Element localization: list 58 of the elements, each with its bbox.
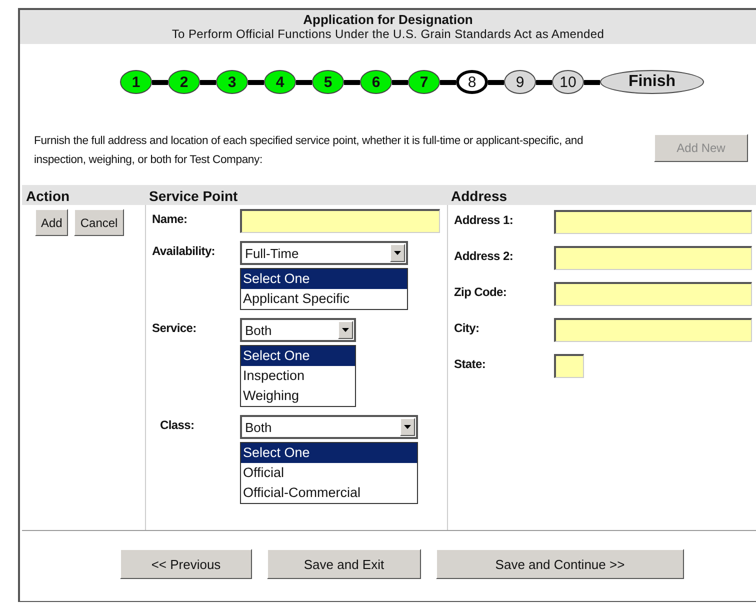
- dropdown-option[interactable]: Select One: [241, 269, 407, 289]
- dropdown[interactable]: Both: [240, 318, 356, 342]
- field-label: Address 2:: [454, 248, 514, 265]
- field-label: Class:: [159, 417, 196, 434]
- step-indicator: 1: [120, 70, 152, 94]
- step-connector: [248, 80, 264, 84]
- save-continue-button[interactable]: Save and Continue >>: [436, 549, 684, 579]
- column-header: Address: [447, 185, 756, 205]
- field-label: State:: [454, 356, 487, 373]
- step-connector: [584, 80, 600, 84]
- input-field[interactable]: [554, 318, 752, 342]
- field-label: Service:: [152, 320, 198, 337]
- previous-button[interactable]: << Previous: [120, 549, 252, 579]
- column-header: Action: [22, 185, 145, 205]
- page-title: Application for Designation: [302, 12, 474, 27]
- step-connector: [152, 80, 168, 84]
- page-subtitle: To Perform Official Functions Under the U.S. Grain Standards Act as Amended: [170, 27, 606, 41]
- input-field[interactable]: [554, 246, 752, 270]
- dropdown-option[interactable]: Select One: [241, 443, 417, 463]
- dropdown-option[interactable]: Official: [241, 463, 417, 483]
- field-label: Availability:: [152, 243, 216, 260]
- step-connector: [344, 80, 360, 84]
- dropdown-option[interactable]: Applicant Specific: [241, 289, 407, 309]
- input-field[interactable]: [554, 282, 752, 306]
- step-indicator: 5: [312, 70, 344, 94]
- step-connector: [200, 80, 216, 84]
- step-connector: [536, 80, 552, 84]
- dropdown[interactable]: Both: [240, 415, 418, 439]
- step-indicator: 7: [408, 70, 440, 94]
- field-label: Name:: [152, 211, 188, 228]
- input-field[interactable]: [554, 210, 752, 234]
- step-indicator: 4: [264, 70, 296, 94]
- step-indicator: 6: [360, 70, 392, 94]
- name-field[interactable]: [240, 209, 440, 233]
- dropdown-option[interactable]: Select One: [241, 346, 355, 366]
- field-label: City:: [454, 320, 480, 337]
- dropdown-option[interactable]: Inspection: [241, 366, 355, 386]
- step-connector: [440, 80, 456, 84]
- field-label: Zip Code:: [454, 284, 508, 301]
- step-indicator: 8: [456, 70, 488, 94]
- cancel-button[interactable]: Cancel: [74, 209, 124, 236]
- add-button[interactable]: Add: [35, 209, 68, 236]
- step-indicator: Finish: [600, 70, 704, 94]
- step-indicator: 3: [216, 70, 248, 94]
- step-indicator: 2: [168, 70, 200, 94]
- dropdown-option[interactable]: Weighing: [241, 386, 355, 406]
- column-header: Service Point: [145, 185, 447, 205]
- dropdown[interactable]: Full-Time: [240, 241, 408, 265]
- step-indicator: 10: [552, 70, 584, 94]
- save-exit-button[interactable]: Save and Exit: [267, 549, 421, 579]
- step-connector: [296, 80, 312, 84]
- dropdown-option[interactable]: Official-Commercial: [241, 483, 417, 503]
- instructions-text: Furnish the full address and location of each specified service point, whether it is full-time or applicant-specific, and inspection, weighing, or both for Test Company:: [34, 134, 584, 168]
- step-indicator: 9: [504, 70, 536, 94]
- step-connector: [392, 80, 408, 84]
- step-connector: [488, 80, 504, 84]
- input-field[interactable]: [554, 354, 584, 378]
- field-label: Address 1:: [454, 212, 514, 229]
